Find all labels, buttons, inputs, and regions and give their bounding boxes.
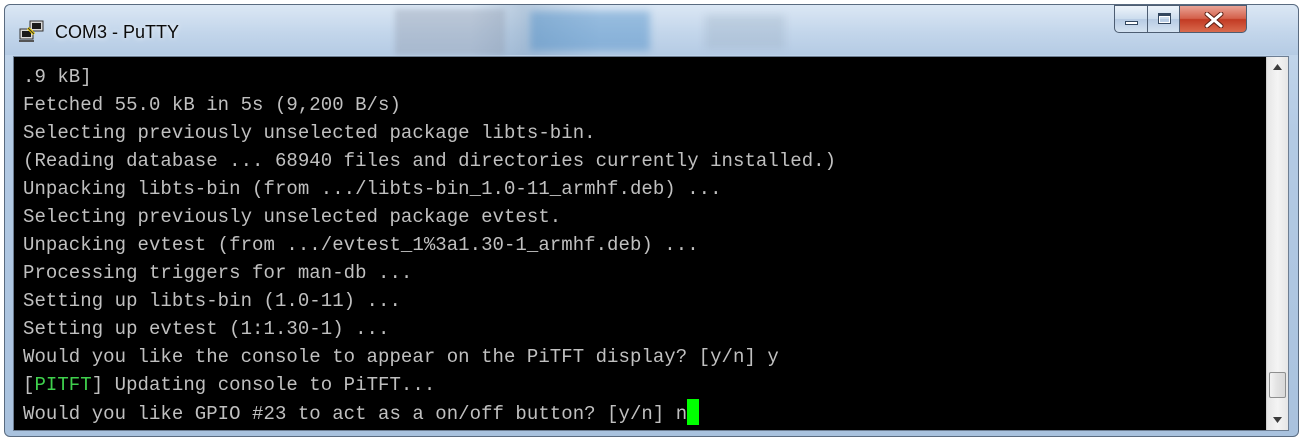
terminal-line: Setting up evtest (1:1.30-1) ... (23, 318, 390, 340)
terminal-line: Processing triggers for man-db ... (23, 262, 413, 284)
scroll-down-arrow-icon (1273, 417, 1282, 423)
pitft-open-bracket: [ (23, 374, 35, 396)
terminal-line: Fetched 55.0 kB in 5s (9,200 B/s) (23, 94, 401, 116)
pitft-message: ] Updating console to PiTFT... (91, 374, 436, 396)
terminal-line: Unpacking evtest (from .../evtest_1%3a1.… (23, 234, 699, 256)
terminal-line: Selecting previously unselected package … (23, 206, 562, 228)
title-bar[interactable]: COM3 - PuTTY (5, 5, 1298, 55)
scroll-down-button[interactable] (1267, 410, 1288, 430)
minimize-icon (1125, 21, 1138, 25)
terminal-cursor (687, 399, 700, 425)
putty-window: COM3 - PuTTY .9 kB] Fetched 55.0 kB in 5… (4, 4, 1299, 437)
close-button[interactable] (1179, 5, 1247, 33)
terminal-prompt-line: Would you like GPIO #23 to act as a on/o… (23, 399, 1266, 427)
scrollbar-thumb[interactable] (1269, 372, 1286, 398)
terminal-line: .9 kB] (23, 66, 92, 88)
terminal-line: Would you like the console to appear on … (23, 346, 779, 368)
terminal-line-pitft: [PITFT] Updating console to PiTFT... (23, 371, 1266, 399)
terminal-output[interactable]: .9 kB] Fetched 55.0 kB in 5s (9,200 B/s)… (14, 57, 1266, 430)
putty-icon[interactable] (19, 19, 45, 43)
prompt-text: Would you like GPIO #23 to act as a on/o… (23, 403, 688, 425)
terminal-line: (Reading database ... 68940 files and di… (23, 150, 837, 172)
maximize-icon (1158, 13, 1171, 24)
scroll-up-button[interactable] (1267, 57, 1288, 77)
terminal-line: Setting up libts-bin (1.0-11) ... (23, 290, 401, 312)
terminal-client-area: .9 kB] Fetched 55.0 kB in 5s (9,200 B/s)… (13, 56, 1289, 431)
terminal-line: Selecting previously unselected package … (23, 122, 596, 144)
minimize-button[interactable] (1114, 5, 1148, 33)
maximize-button[interactable] (1147, 5, 1180, 33)
pitft-tag: PITFT (34, 374, 92, 396)
close-icon (1204, 12, 1224, 28)
vertical-scrollbar[interactable] (1266, 57, 1288, 430)
scroll-up-arrow-icon (1273, 64, 1282, 70)
terminal-line: Unpacking libts-bin (from .../libts-bin_… (23, 178, 722, 200)
window-title: COM3 - PuTTY (55, 22, 180, 42)
